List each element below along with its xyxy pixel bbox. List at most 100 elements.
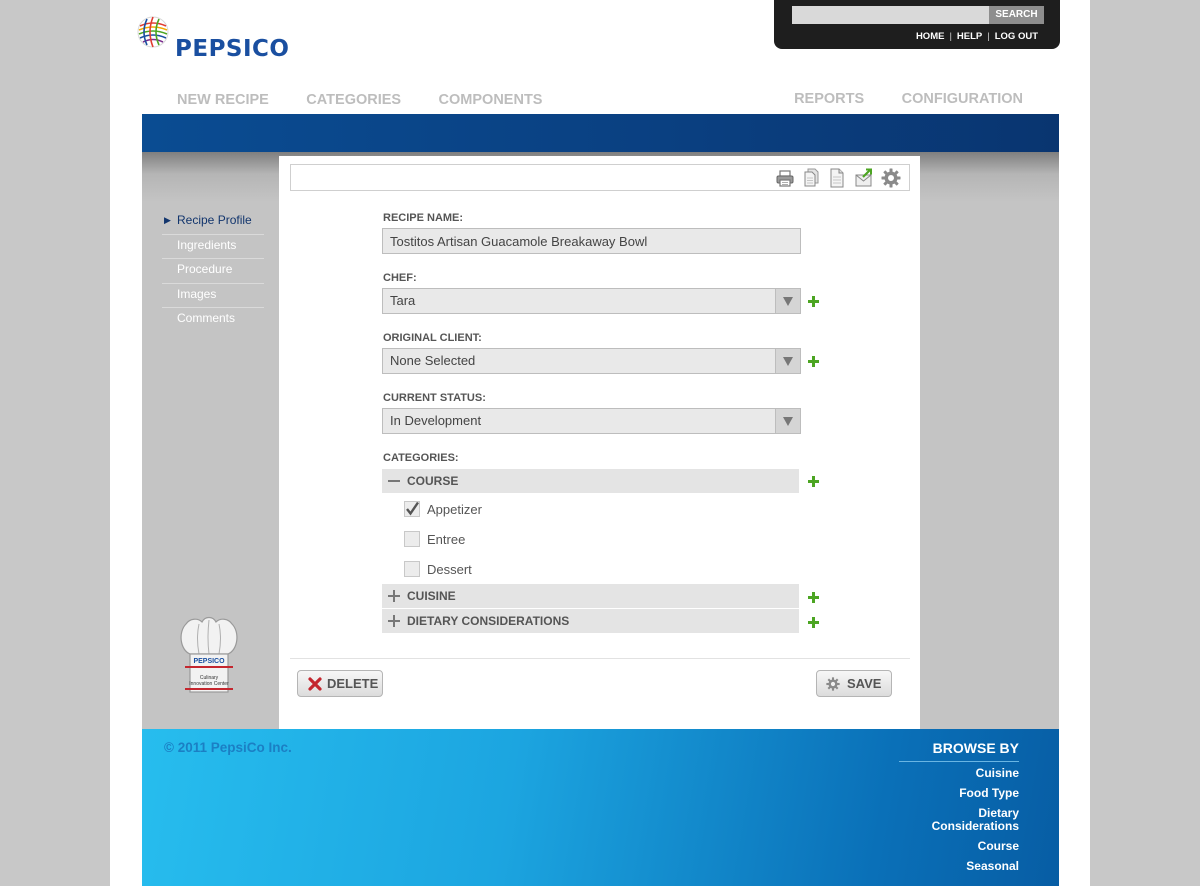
- main-nav-right: REPORTS CONFIGURATION: [761, 90, 1023, 108]
- settings-gear-icon[interactable]: [881, 168, 901, 188]
- recipe-name-label: RECIPE NAME:: [383, 212, 464, 224]
- nav-components[interactable]: COMPONENTS: [439, 92, 543, 108]
- browse-by-divider: [899, 761, 1019, 762]
- help-link[interactable]: HELP: [957, 31, 982, 42]
- add-cuisine-category-button[interactable]: [807, 591, 820, 604]
- subnav-label: Procedure: [177, 262, 233, 276]
- header-blue-bar: [142, 114, 1059, 152]
- recipe-form-panel: RECIPE NAME: CHEF: Tara ORIGINAL CLIENT:…: [279, 156, 920, 729]
- search-button[interactable]: SEARCH: [989, 6, 1044, 24]
- home-link[interactable]: HOME: [916, 31, 945, 42]
- save-button[interactable]: SAVE: [816, 670, 892, 697]
- add-dietary-category-button[interactable]: [807, 616, 820, 629]
- email-export-icon[interactable]: [854, 168, 874, 188]
- original-client-selected-value: None Selected: [390, 353, 476, 368]
- copy-icon[interactable]: [801, 168, 821, 188]
- delete-x-icon: [308, 677, 322, 691]
- dessert-checkbox[interactable]: [404, 561, 420, 577]
- subnav-procedure[interactable]: Procedure: [162, 259, 264, 284]
- logout-link[interactable]: LOG OUT: [995, 31, 1038, 42]
- browse-link-text: Seasonal: [966, 859, 1019, 873]
- collapse-icon: [388, 475, 400, 487]
- category-group-name: DIETARY CONSIDERATIONS: [407, 614, 570, 628]
- dropdown-arrow-icon: [775, 409, 800, 433]
- document-icon[interactable]: [827, 168, 847, 188]
- browse-link-dietary-considerations[interactable]: Dietary Considerations: [859, 807, 1019, 833]
- category-group-course[interactable]: COURSE: [382, 469, 799, 493]
- pepsico-logo[interactable]: PEPSICO: [137, 16, 317, 62]
- subnav-label: Ingredients: [177, 237, 237, 252]
- utility-bar: SEARCH HOME | HELP | LOG OUT: [774, 0, 1060, 49]
- entree-label: Entree: [427, 532, 466, 547]
- original-client-label: ORIGINAL CLIENT:: [383, 332, 482, 344]
- hat-caption: Culinary Innovation Center: [178, 675, 240, 687]
- page: PEPSICO SEARCH HOME | HELP | LOG OUT NEW REC…: [110, 0, 1090, 886]
- subnav-label: Recipe Profile: [177, 213, 252, 227]
- culinary-innovation-center-logo: PEPSICO Culinary Innovation Center: [178, 614, 240, 696]
- appetizer-checkbox[interactable]: [404, 501, 420, 517]
- browse-link-course[interactable]: Course: [859, 840, 1019, 853]
- category-group-name: COURSE: [407, 474, 459, 488]
- category-group-name: CUISINE: [407, 589, 456, 603]
- subnav-label: Images: [177, 286, 217, 301]
- browse-by-heading: BROWSE BY: [932, 740, 1019, 756]
- original-client-select[interactable]: None Selected: [382, 348, 801, 374]
- dropdown-arrow-icon: [775, 289, 800, 313]
- link-separator: |: [987, 31, 990, 42]
- checkmark-icon: [406, 501, 419, 516]
- category-group-cuisine[interactable]: CUISINE: [382, 584, 799, 608]
- delete-button-label: DELETE: [327, 676, 379, 691]
- browse-link-food-type[interactable]: Food Type: [859, 787, 1019, 800]
- panel-toolbar: [290, 164, 910, 191]
- nav-new-recipe[interactable]: NEW RECIPE: [177, 92, 269, 108]
- subnav-label: Comments: [177, 311, 236, 325]
- browse-link-text: Dietary: [978, 806, 1019, 820]
- subnav-recipe-profile[interactable]: ▶ Recipe Profile: [162, 210, 264, 235]
- link-separator: |: [949, 31, 952, 42]
- utility-links: HOME | HELP | LOG OUT: [916, 31, 1038, 42]
- browse-link-cuisine[interactable]: Cuisine: [859, 767, 1019, 780]
- nav-categories[interactable]: CATEGORIES: [306, 92, 401, 108]
- save-gear-icon: [826, 677, 840, 691]
- categories-label: CATEGORIES:: [383, 452, 459, 464]
- browse-link-text: Considerations: [931, 819, 1019, 833]
- recipe-name-input[interactable]: [382, 228, 801, 254]
- chef-selected-value: Tara: [390, 293, 416, 308]
- browse-link-text: Course: [977, 839, 1019, 853]
- current-status-select[interactable]: In Development: [382, 408, 801, 434]
- add-chef-button[interactable]: [807, 295, 820, 308]
- save-button-label: SAVE: [847, 676, 882, 691]
- footer: © 2011 PepsiCo Inc. BROWSE BY Cuisine Fo…: [142, 729, 1059, 886]
- browse-link-text: Cuisine: [975, 766, 1019, 780]
- logo-wordmark: PEPSICO: [175, 36, 290, 62]
- delete-button[interactable]: DELETE: [297, 670, 383, 697]
- current-status-label: CURRENT STATUS:: [383, 392, 486, 404]
- expand-icon: [388, 615, 400, 627]
- nav-configuration[interactable]: CONFIGURATION: [902, 91, 1023, 107]
- browse-by-links: Cuisine Food Type Dietary Considerations …: [859, 767, 1019, 880]
- add-course-category-button[interactable]: [807, 475, 820, 488]
- nav-reports[interactable]: REPORTS: [794, 91, 864, 107]
- category-group-dietary-considerations[interactable]: DIETARY CONSIDERATIONS: [382, 609, 799, 633]
- browse-link-seasonal[interactable]: Seasonal: [859, 860, 1019, 873]
- subnav-images[interactable]: Images: [162, 284, 264, 308]
- subnav-ingredients[interactable]: Ingredients: [162, 235, 264, 259]
- hat-caption-line: Innovation Center: [189, 681, 229, 687]
- hat-brand-label: PEPSICO: [193, 658, 225, 665]
- add-original-client-button[interactable]: [807, 355, 820, 368]
- current-status-selected-value: In Development: [390, 413, 482, 428]
- appetizer-label: Appetizer: [427, 502, 482, 517]
- chef-select[interactable]: Tara: [382, 288, 801, 314]
- main-nav-left: NEW RECIPE CATEGORIES COMPONENTS: [177, 91, 575, 109]
- print-icon[interactable]: [775, 168, 795, 188]
- chef-label: CHEF:: [383, 272, 417, 284]
- active-arrow-icon: ▶: [164, 215, 171, 225]
- copyright-text: © 2011 PepsiCo Inc.: [164, 740, 292, 755]
- pepsico-globe-icon: [137, 16, 169, 48]
- dessert-label: Dessert: [427, 562, 472, 577]
- subnav-comments[interactable]: Comments: [162, 308, 264, 333]
- recipe-subnav: ▶ Recipe Profile Ingredients Procedure I…: [162, 210, 264, 333]
- browse-link-text: Food Type: [959, 786, 1019, 800]
- entree-checkbox[interactable]: [404, 531, 420, 547]
- search-input[interactable]: [792, 6, 990, 24]
